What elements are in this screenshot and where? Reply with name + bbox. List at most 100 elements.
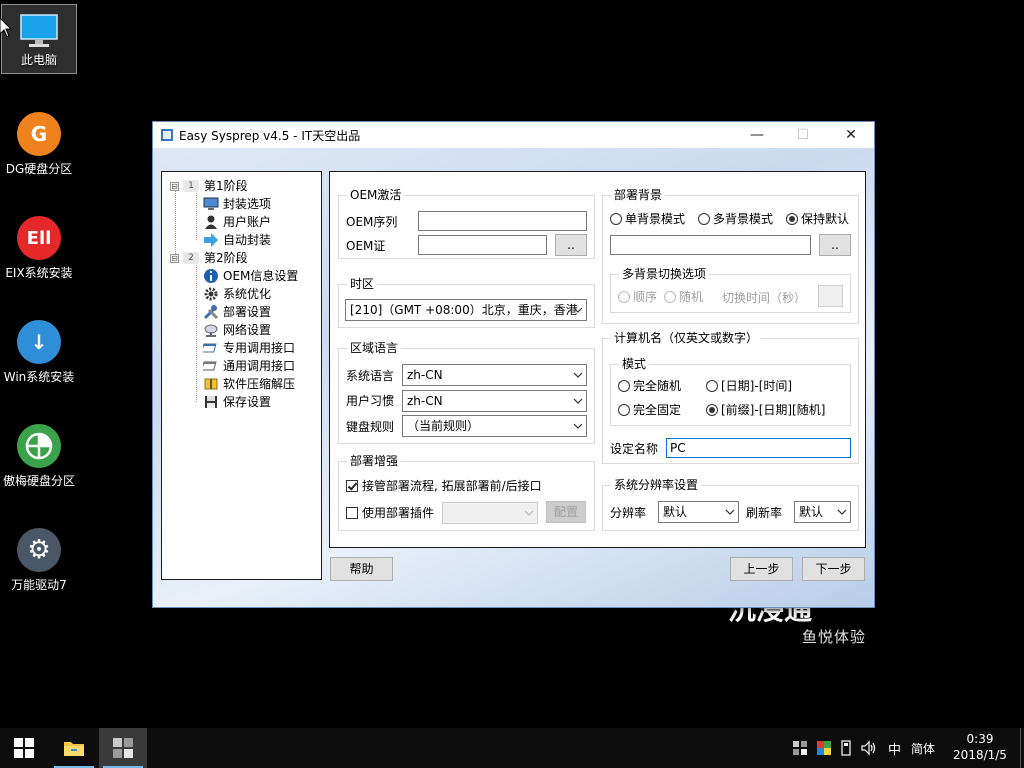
computer-name-input[interactable]: PC — [666, 438, 851, 458]
help-button[interactable]: 帮助 — [330, 557, 393, 581]
desktop-icon-label: Win系统安装 — [3, 370, 75, 384]
keyboard-rule-select[interactable]: （当前规则） — [402, 415, 587, 437]
group-title: 多背景切换选项 — [619, 266, 710, 282]
win-install-icon: ↓ — [17, 320, 61, 364]
desktop-icon-universal-driver[interactable]: ⚙ 万能驱动7 — [1, 528, 77, 593]
tree-item-label: 通用调用接口 — [223, 359, 296, 373]
group-title: 区域语言 — [347, 340, 402, 356]
user-habit-select[interactable]: zh-CN — [402, 390, 587, 412]
monitor-icon — [20, 14, 58, 47]
refresh-rate-select[interactable]: 默认 — [794, 501, 851, 523]
oem-cert-input[interactable] — [418, 235, 547, 255]
navigation-tree: ⊟ 1 第1阶段 封装选项 用户账户 自动封装 ⊟ 2 第2阶段 OEM信息设置… — [161, 171, 322, 580]
show-desktop-button[interactable] — [1020, 728, 1024, 768]
timezone-select[interactable]: [210]（GMT +08:00）北京，重庆，香港 — [345, 299, 587, 321]
tree-item-dedicated-interface[interactable]: 专用调用接口 — [203, 339, 295, 357]
tree-item-deploy-settings[interactable]: 部署设置 — [203, 303, 271, 321]
resolution-label: 分辨率 — [610, 506, 647, 520]
floppy-disk-icon — [205, 396, 217, 408]
single-background-radio[interactable]: 单背景模式 — [610, 211, 685, 227]
tree-item-packaging-options[interactable]: 封装选项 — [203, 195, 271, 213]
previous-button[interactable]: 上一步 — [730, 557, 793, 581]
system-language-select[interactable]: zh-CN — [402, 364, 587, 386]
taskbar-file-explorer[interactable] — [50, 728, 98, 768]
oem-cert-browse-button[interactable]: .. — [555, 234, 587, 256]
start-button[interactable] — [0, 728, 48, 768]
refresh-rate-value: 默认 — [799, 505, 824, 519]
oem-serial-input[interactable] — [418, 211, 587, 231]
tree-item-general-interface[interactable]: 通用调用接口 — [203, 357, 295, 375]
easy-sysprep-window: Easy Sysprep v4.5 - IT天空出品 — ☐ ✕ ⊟ 1 第1阶… — [152, 121, 875, 608]
oem-serial-label: OEM序列 — [346, 215, 398, 229]
app-icon — [161, 129, 173, 141]
tree-node-label: 第1阶段 — [204, 179, 248, 193]
checkbox-label: 接管部署流程, 拓展部署前/后接口 — [362, 479, 542, 493]
close-button[interactable]: ✕ — [828, 122, 874, 148]
radio-label: 单背景模式 — [625, 212, 686, 226]
desktop-icon-label: EIX系统安装 — [5, 266, 73, 280]
multi-background-radio[interactable]: 多背景模式 — [698, 211, 773, 227]
radio-label: [日期]-[时间] — [721, 379, 793, 393]
date-time-radio[interactable]: [日期]-[时间] — [706, 378, 792, 394]
desktop-icon-dg-partition[interactable]: G DG硬盘分区 — [1, 112, 77, 177]
group-title: 部署增强 — [347, 453, 402, 469]
background-browse-button[interactable]: .. — [819, 234, 851, 256]
desktop-icon-label: 此电脑 — [20, 53, 57, 67]
use-plugin-checkbox[interactable]: 使用部署插件 — [346, 505, 434, 521]
chevron-down-icon — [837, 509, 847, 515]
tray-app-icon[interactable] — [792, 740, 808, 756]
usb-device-icon[interactable] — [840, 740, 852, 756]
prefix-date-random-radio[interactable]: [前缀]-[日期][随机] — [706, 402, 825, 418]
ime-mode-indicator[interactable]: 中 — [888, 739, 901, 758]
keyboard-rule-value: （当前规则） — [407, 419, 480, 433]
tree-item-system-optimize[interactable]: 系统优化 — [203, 285, 271, 303]
minimize-button[interactable]: — — [734, 122, 780, 148]
chevron-down-icon — [573, 398, 583, 404]
resolution-select[interactable]: 默认 — [658, 501, 739, 523]
desktop-icon-eix-install[interactable]: Ell EIX系统安装 — [1, 216, 77, 281]
takeover-deploy-checkbox[interactable]: 接管部署流程, 拓展部署前/后接口 — [346, 478, 542, 494]
arrow-right-icon — [204, 233, 218, 247]
collapse-icon[interactable]: ⊟ — [170, 181, 179, 191]
windows-logo-icon — [14, 738, 34, 758]
taskbar-clock[interactable]: 0:39 2018/1/5 — [942, 731, 1018, 763]
group-locale: 区域语言 系统语言 zh-CN 用户习惯 zh-CN 键盘规则 （当前规则） — [338, 340, 595, 444]
taskbar-easy-sysprep[interactable] — [99, 728, 147, 768]
volume-icon[interactable] — [860, 740, 878, 756]
tree-item-network-settings[interactable]: 网络设置 — [203, 321, 271, 339]
tree-item-label: 用户账户 — [223, 215, 272, 229]
gear-icon — [204, 287, 218, 301]
keep-default-background-radio[interactable]: 保持默认 — [786, 211, 849, 227]
tree-item-user-accounts[interactable]: 用户账户 — [203, 213, 271, 231]
aomei-partition-icon — [17, 424, 61, 468]
color-palette-icon[interactable] — [816, 740, 832, 756]
title-bar[interactable]: Easy Sysprep v4.5 - IT天空出品 — ☐ ✕ — [153, 122, 874, 148]
desktop-icon-this-pc[interactable]: 此电脑 — [1, 4, 77, 74]
switch-time-label: 切换时间（秒） — [722, 291, 807, 305]
desktop-icon-win-install[interactable]: ↓ Win系统安装 — [1, 320, 77, 385]
background-path-input[interactable] — [610, 235, 811, 255]
tree-item-save-settings[interactable]: 保存设置 — [203, 393, 271, 411]
collapse-icon[interactable]: ⊟ — [170, 253, 179, 263]
wallpaper-brand-text: 鱼悦体验 — [802, 628, 867, 646]
next-button[interactable]: 下一步 — [802, 557, 865, 581]
tree-item-software-compress[interactable]: 软件压缩解压 — [203, 375, 295, 393]
tree-node-stage2[interactable]: ⊟ 2 第2阶段 — [170, 249, 248, 267]
keyboard-rule-label: 键盘规则 — [346, 420, 395, 434]
tree-item-label: 系统优化 — [223, 287, 272, 301]
tree-node-stage1[interactable]: ⊟ 1 第1阶段 — [170, 177, 248, 195]
switch-time-input — [818, 285, 843, 307]
tree-item-label: 保存设置 — [223, 395, 272, 409]
desktop-icon-label: 傲梅硬盘分区 — [2, 474, 75, 488]
set-name-label: 设定名称 — [610, 442, 659, 456]
desktop-icon-aomei-partition[interactable]: 傲梅硬盘分区 — [1, 424, 77, 489]
stage1-badge: 1 — [183, 180, 199, 192]
full-fixed-radio[interactable]: 完全固定 — [618, 402, 681, 418]
window-icon — [203, 361, 217, 371]
tree-item-oem-info[interactable]: OEM信息设置 — [203, 267, 298, 285]
full-random-radio[interactable]: 完全随机 — [618, 378, 681, 394]
group-timezone: 时区 [210]（GMT +08:00）北京，重庆，香港 — [338, 276, 595, 328]
radio-dot — [786, 213, 798, 225]
input-language-indicator[interactable]: 简体 — [911, 740, 935, 757]
tree-item-auto-package[interactable]: 自动封装 — [203, 231, 271, 249]
